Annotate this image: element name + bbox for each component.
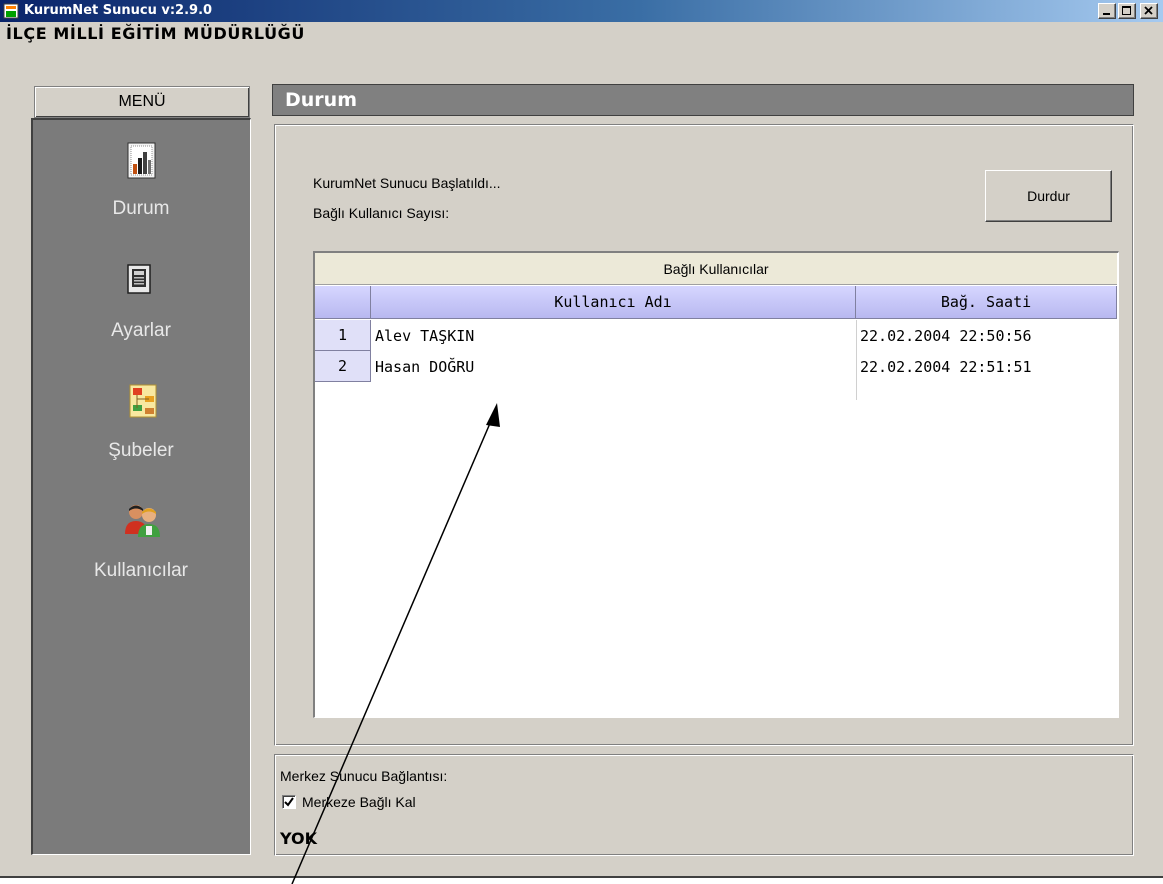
username-cell: Hasan DOĞRU	[375, 357, 475, 376]
report-chart-icon	[127, 142, 156, 179]
sidebar-item-ayarlar[interactable]: Ayarlar	[33, 262, 249, 362]
close-icon	[1144, 6, 1153, 15]
sidebar-item-ayarlar-label: Ayarlar	[111, 320, 171, 341]
minimize-button[interactable]	[1098, 3, 1116, 19]
sidebar-item-durum-label: Durum	[112, 198, 170, 219]
stay-connected-label[interactable]: Merkeze Bağlı Kal	[302, 794, 416, 810]
users-icon	[125, 505, 160, 537]
sidebar-item-subeler-label: Şubeler	[108, 440, 174, 461]
connect-time-cell: 22.02.2004 22:51:51	[860, 357, 1032, 376]
row-number: 1	[315, 320, 371, 351]
branches-chart-icon	[129, 384, 157, 418]
sidebar-menu: Durum Ayarlar Şubeler Kullanıcılar	[31, 118, 251, 855]
minimize-icon	[1103, 13, 1110, 15]
stop-button[interactable]: Durdur	[985, 170, 1112, 222]
connected-users-table[interactable]: Bağlı Kullanıcılar Kullanıcı Adı Bağ. Sa…	[313, 251, 1119, 718]
section-title: Durum	[272, 84, 1134, 116]
table-title: Bağlı Kullanıcılar	[315, 253, 1117, 285]
close-button[interactable]	[1140, 3, 1158, 19]
sidebar-item-durum[interactable]: Durum	[33, 140, 249, 240]
document-icon	[127, 264, 151, 294]
maximize-button[interactable]	[1118, 3, 1136, 19]
menu-header: MENÜ	[34, 86, 250, 118]
username-cell: Alev TAŞKIN	[375, 326, 475, 345]
title-bar[interactable]: KurumNet Sunucu v:2.9.0	[0, 0, 1163, 22]
maximize-icon	[1122, 6, 1131, 15]
table-corner-header	[315, 286, 371, 319]
row-number: 2	[315, 351, 371, 382]
sidebar-item-kullanicilar[interactable]: Kullanıcılar	[33, 502, 249, 602]
checkmark-icon	[284, 797, 294, 807]
app-icon	[3, 3, 19, 19]
stay-connected-checkbox[interactable]	[282, 795, 296, 809]
organization-title: İLÇE MİLLİ EĞİTİM MÜDÜRLÜĞÜ	[6, 24, 306, 43]
connected-count-label: Bağlı Kullanıcı Sayısı:	[313, 205, 450, 221]
sidebar-item-subeler[interactable]: Şubeler	[33, 382, 249, 482]
connect-time-cell: 22.02.2004 22:50:56	[860, 326, 1032, 345]
sidebar-item-kullanicilar-label: Kullanıcılar	[94, 560, 188, 581]
window-title: KurumNet Sunucu v:2.9.0	[24, 3, 213, 18]
column-header-connect-time[interactable]: Bağ. Saati	[856, 286, 1117, 319]
column-header-username[interactable]: Kullanıcı Adı	[371, 286, 856, 319]
column-divider	[856, 320, 857, 400]
server-started-text: KurumNet Sunucu Başlatıldı...	[313, 175, 501, 191]
app-window: KurumNet Sunucu v:2.9.0 İLÇE MİLLİ EĞİTİ…	[0, 0, 1163, 878]
connection-status-value: YOK	[280, 829, 318, 848]
central-connection-label: Merkez Sunucu Bağlantısı:	[280, 768, 448, 784]
